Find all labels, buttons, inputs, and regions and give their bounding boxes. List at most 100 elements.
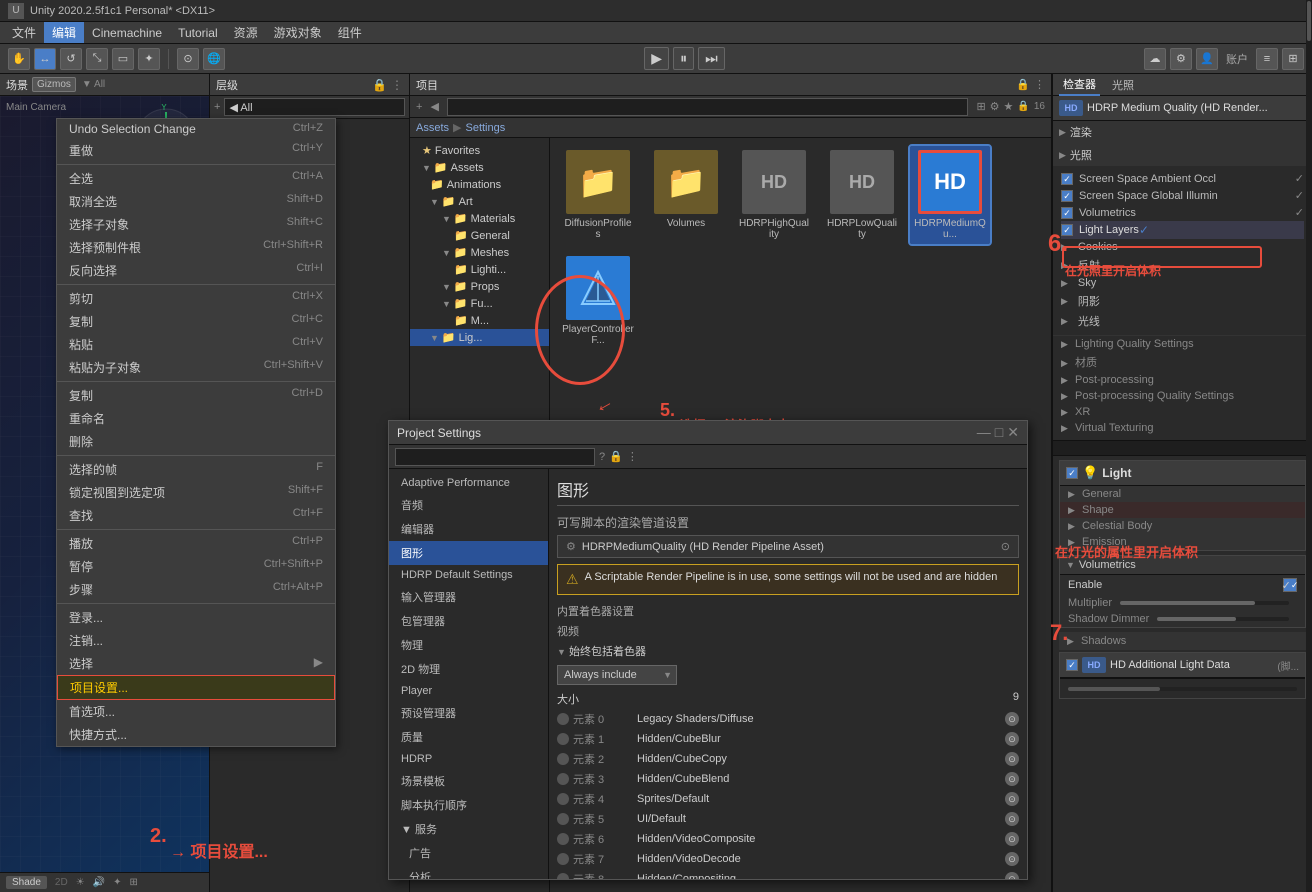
nav-ads[interactable]: 广告 xyxy=(389,841,548,865)
menu-redo[interactable]: 重做 Ctrl+Y xyxy=(57,139,335,162)
services-button[interactable]: ⚙ xyxy=(1170,48,1192,70)
project-lock2[interactable]: 🔒 xyxy=(1017,101,1029,112)
project-back[interactable]: ◀ xyxy=(430,100,438,113)
light-toggle[interactable]: ☀ xyxy=(76,877,85,888)
nav-audio[interactable]: 音频 xyxy=(389,493,548,517)
dialog-maximize[interactable]: □ xyxy=(995,424,1003,441)
celestial-section-row[interactable]: ▶ Celestial Body xyxy=(1060,518,1305,534)
grid-toggle[interactable]: ⊞ xyxy=(130,877,138,888)
xr-row[interactable]: ▶ XR xyxy=(1053,404,1312,420)
dialog-minimize[interactable]: — xyxy=(977,424,991,441)
shader-elem8-btn[interactable]: ⊙ xyxy=(1005,872,1019,879)
shape-section-row[interactable]: ▶ Shape xyxy=(1060,502,1305,518)
tree-assets[interactable]: ▼ 📁 Assets xyxy=(410,159,549,176)
all-filter[interactable]: ▼ All xyxy=(82,79,105,90)
general-section-row[interactable]: ▶ General xyxy=(1060,486,1305,502)
nav-adaptive[interactable]: Adaptive Performance xyxy=(389,473,548,493)
nav-script-exec[interactable]: 脚本执行顺序 xyxy=(389,793,548,817)
menu-play[interactable]: 播放 Ctrl+P xyxy=(57,532,335,555)
layout-button[interactable]: ⊞ xyxy=(1282,48,1304,70)
hierarchy-menu[interactable]: ⋮ xyxy=(391,78,403,92)
tree-lighti[interactable]: 📁 Lighti... xyxy=(410,261,549,278)
nav-physics2d[interactable]: 2D 物理 xyxy=(389,657,548,681)
collab-button[interactable]: ☁ xyxy=(1144,48,1166,70)
menu-project-settings[interactable]: 项目设置... xyxy=(57,675,335,700)
post-proc-row[interactable]: ▶ Post-processing xyxy=(1053,372,1312,388)
menu-cut[interactable]: 剪切 Ctrl+X xyxy=(57,287,335,310)
project-filter[interactable]: ⊞ xyxy=(976,100,985,113)
audio-toggle[interactable]: 🔊 xyxy=(93,877,105,888)
shader-elem6-btn[interactable]: ⊙ xyxy=(1005,832,1019,846)
menu-select-all[interactable]: 全选 Ctrl+A xyxy=(57,167,335,190)
menu-copy[interactable]: 复制 Ctrl+C xyxy=(57,310,335,333)
project-search[interactable] xyxy=(447,98,969,116)
menu-rename[interactable]: 重命名 xyxy=(57,407,335,430)
menu-edit[interactable]: 编辑 xyxy=(44,22,84,43)
menu-find[interactable]: 查找 Ctrl+F xyxy=(57,504,335,527)
nav-hdrp[interactable]: HDRP xyxy=(389,749,548,769)
project-settings-btn[interactable]: ⚙ xyxy=(990,100,1000,113)
rendering-header[interactable]: ▶ 渲染 xyxy=(1053,121,1312,143)
menu-login[interactable]: 登录... xyxy=(57,606,335,629)
dialog-close-btn[interactable]: ✕ xyxy=(1007,424,1019,441)
menu-gameobject[interactable]: 游戏对象 xyxy=(266,22,330,43)
lighting-tab[interactable]: 光照 xyxy=(1108,75,1138,95)
tree-fu[interactable]: ▼ 📁 Fu... xyxy=(410,295,549,312)
menu-select[interactable]: 选择 ▶ xyxy=(57,652,335,675)
tree-materials[interactable]: ▼ 📁 Materials xyxy=(410,210,549,227)
scale-tool[interactable]: ⤡ xyxy=(86,48,108,70)
menu-deselect-all[interactable]: 取消全选 Shift+D xyxy=(57,190,335,213)
hierarchy-lock[interactable]: 🔒 xyxy=(372,78,387,92)
rotate-tool[interactable]: ↺ xyxy=(60,48,82,70)
tree-meshes[interactable]: ▼ 📁 Meshes xyxy=(410,244,549,261)
post-proc-quality-row[interactable]: ▶ Post-processing Quality Settings xyxy=(1053,388,1312,404)
menu-delete[interactable]: 删除 xyxy=(57,430,335,453)
shader-elem7-btn[interactable]: ⊙ xyxy=(1005,852,1019,866)
menu-file[interactable]: 文件 xyxy=(4,22,44,43)
materials-row[interactable]: ▶ 材质 xyxy=(1053,352,1312,372)
shader-elem2-btn[interactable]: ⊙ xyxy=(1005,752,1019,766)
tree-art[interactable]: ▼ 📁 Art xyxy=(410,193,549,210)
step-button[interactable]: ⏭ xyxy=(698,47,725,70)
nav-quality[interactable]: 质量 xyxy=(389,725,548,749)
enable-checkbox[interactable]: ✓ xyxy=(1283,578,1297,592)
menu-shortcuts[interactable]: 快捷方式... xyxy=(57,723,335,746)
menu-select-children[interactable]: 选择子对象 Shift+C xyxy=(57,213,335,236)
menu-select-prefab[interactable]: 选择预制件根 Ctrl+Shift+R xyxy=(57,236,335,259)
nav-player[interactable]: Player xyxy=(389,681,548,701)
menu-lock-view[interactable]: 锁定视图到选定项 Shift+F xyxy=(57,481,335,504)
shading-dropdown[interactable]: Shade xyxy=(6,876,47,889)
project-menu[interactable]: ⋮ xyxy=(1034,78,1045,91)
gizmos-badge[interactable]: Gizmos xyxy=(32,77,76,92)
menu-cinemachine[interactable]: Cinemachine xyxy=(84,24,170,42)
menu-assets[interactable]: 资源 xyxy=(226,22,266,43)
shader-elem3-btn[interactable]: ⊙ xyxy=(1005,772,1019,786)
play-button[interactable]: ▶ xyxy=(644,47,669,70)
settings-lock[interactable]: 🔒 xyxy=(609,450,623,463)
tree-favorites[interactable]: ★ Favorites xyxy=(410,142,549,159)
shader-elem0-btn[interactable]: ⊙ xyxy=(1005,712,1019,726)
nav-services[interactable]: ▼ 服务 xyxy=(389,817,548,841)
move-tool[interactable]: ↔ xyxy=(34,48,56,70)
ssao-checkbox[interactable] xyxy=(1061,173,1073,185)
asset-hdrp-low[interactable]: HD HDRPLowQuality xyxy=(822,146,902,244)
ssgi-checkbox[interactable] xyxy=(1061,190,1073,202)
light-layers-checkbox[interactable] xyxy=(1061,224,1073,236)
menu-step[interactable]: 步骤 Ctrl+Alt+P xyxy=(57,578,335,601)
menu-logout[interactable]: 注销... xyxy=(57,629,335,652)
menu-frame-selected[interactable]: 选择的帧 F xyxy=(57,458,335,481)
shader-elem5-btn[interactable]: ⊙ xyxy=(1005,812,1019,826)
menu-pause[interactable]: 暂停 Ctrl+Shift+P xyxy=(57,555,335,578)
settings-scrollbar-thumb[interactable] xyxy=(1307,1,1311,41)
nav-input[interactable]: 输入管理器 xyxy=(389,585,548,609)
asset-volumes[interactable]: 📁 Volumes xyxy=(646,146,726,244)
nav-physics[interactable]: 物理 xyxy=(389,633,548,657)
pause-button[interactable]: ⏸ xyxy=(673,47,694,70)
account-button[interactable]: 👤 xyxy=(1196,48,1218,70)
nav-preset[interactable]: 预设管理器 xyxy=(389,701,548,725)
fx-toggle[interactable]: ✦ xyxy=(113,877,121,888)
inspector-tab[interactable]: 检查器 xyxy=(1059,74,1100,96)
tree-animations[interactable]: 📁 Animations xyxy=(410,176,549,193)
menu-component[interactable]: 组件 xyxy=(330,22,370,43)
shader-elem1-btn[interactable]: ⊙ xyxy=(1005,732,1019,746)
